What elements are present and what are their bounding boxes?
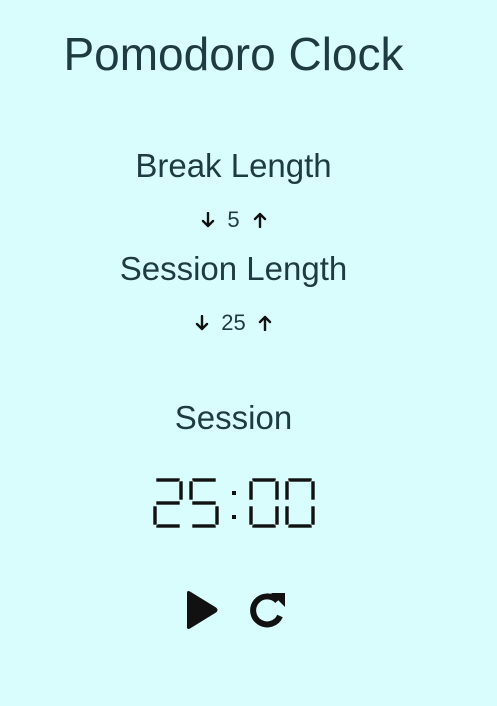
- digit-glyph: [248, 477, 279, 529]
- reset-button[interactable]: [246, 588, 288, 632]
- digit-glyph: [284, 477, 315, 529]
- session-increment-button[interactable]: [256, 312, 274, 334]
- arrow-down-icon: [196, 315, 209, 331]
- time-left-digits: [152, 477, 315, 529]
- refresh-icon: [249, 593, 285, 628]
- time-left-display: [0, 470, 467, 541]
- digit-glyph: [152, 477, 183, 529]
- timer-label: Session: [174, 399, 293, 436]
- play-icon: [186, 591, 217, 629]
- app-title: Pomodoro Clock: [63, 28, 404, 80]
- colon-glyph: [231, 491, 236, 519]
- break-increment-button[interactable]: [251, 209, 269, 231]
- break-length-value: 5: [227, 207, 240, 232]
- break-decrement-button[interactable]: [199, 209, 217, 231]
- session-length-label: Session Length: [119, 250, 348, 287]
- digit-glyph: [188, 477, 219, 529]
- arrow-up-icon: [253, 212, 266, 228]
- arrow-up-icon: [258, 315, 271, 331]
- break-length-label: Break Length: [135, 147, 332, 184]
- timer-controls: [0, 588, 467, 632]
- session-length-value: 25: [221, 310, 246, 335]
- start-stop-button[interactable]: [180, 588, 222, 632]
- pomodoro-app: Pomodoro Clock Break Length 5 Session Le…: [0, 0, 467, 706]
- break-length-control: 5: [0, 205, 467, 235]
- arrow-down-icon: [201, 212, 214, 228]
- session-length-control: 25: [0, 308, 467, 338]
- session-decrement-button[interactable]: [193, 312, 211, 334]
